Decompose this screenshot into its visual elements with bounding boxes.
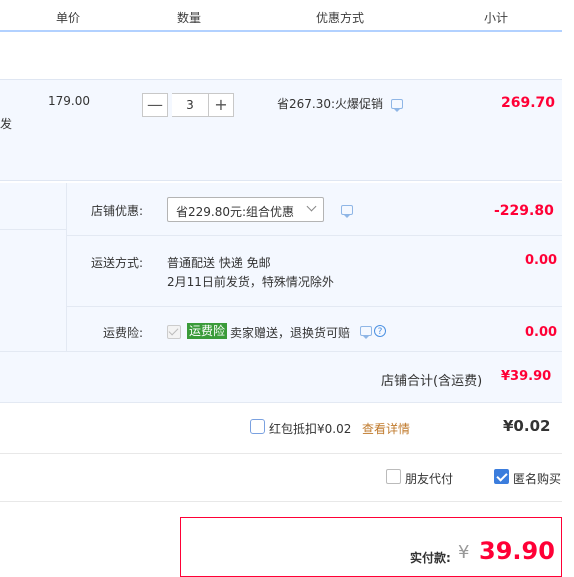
unit-price: 179.00 [48, 94, 90, 108]
friend-pay-checkbox[interactable] [386, 469, 401, 484]
shipping-label: 运送方式: [91, 256, 144, 270]
table-header: 单价 数量 优惠方式 小计 [0, 0, 562, 32]
col-promo-header: 优惠方式 [316, 11, 365, 25]
insurance-text: 卖家赠送，退换货可赔 [230, 326, 351, 340]
chat-icon[interactable] [341, 205, 353, 218]
pay-currency: ¥ [458, 542, 470, 563]
shop-discount-amount: -229.80 [494, 203, 554, 219]
divider [0, 453, 562, 454]
shop-total-amount: ¥39.90 [501, 369, 552, 384]
redpacket-detail-link[interactable]: 查看详情 [362, 420, 410, 437]
check-icon [168, 325, 179, 336]
shop-left-column [0, 183, 67, 351]
divider [66, 235, 562, 236]
divider [0, 229, 66, 230]
col-qty-header: 数量 [177, 11, 202, 25]
chat-icon[interactable] [391, 99, 403, 112]
shop-discount-selected: 省229.80元:组合优惠 [176, 205, 295, 219]
item-title-fragment[interactable]: 发 [0, 115, 12, 132]
quantity-input[interactable]: 3 [172, 93, 208, 117]
chat-icon[interactable] [360, 326, 372, 339]
pay-label: 实付款: [410, 551, 451, 565]
item-subtotal: 269.70 [501, 95, 556, 111]
shop-total-label: 店铺合计(含运费) [381, 374, 483, 389]
shipping-amount: 0.00 [525, 253, 558, 268]
insurance-badge: 运费险 [187, 323, 228, 339]
anonymous-checkbox[interactable] [494, 469, 509, 484]
divider [0, 402, 562, 403]
shop-discount-select[interactable]: 省229.80元:组合优惠 [167, 197, 324, 222]
insurance-label: 运费险: [103, 326, 144, 340]
redpacket-amount: ¥0.02 [503, 417, 551, 435]
quantity-plus-button[interactable]: + [208, 93, 234, 117]
shipping-note: 2月11日前发货，特殊情况除外 [167, 275, 334, 289]
redpacket-checkbox[interactable] [250, 419, 265, 434]
quantity-minus-button[interactable]: — [142, 93, 168, 117]
divider [66, 306, 562, 307]
shop-discount-label: 店铺优惠: [91, 204, 144, 218]
friend-pay-label: 朋友代付 [405, 472, 454, 486]
pay-amount: 39.90 [479, 537, 555, 565]
col-price-header: 单价 [56, 11, 81, 25]
help-icon[interactable]: ? [374, 325, 386, 337]
divider [0, 501, 562, 502]
redpacket-label: 红包抵扣¥0.02 [269, 422, 352, 436]
col-subtotal-header: 小计 [484, 11, 509, 25]
insurance-checkbox[interactable] [167, 325, 181, 339]
anonymous-label: 匿名购买 [513, 472, 562, 486]
shipping-method: 普通配送 快递 免邮 [167, 256, 271, 270]
insurance-amount: 0.00 [525, 325, 558, 340]
item-promo: 省267.30:火爆促销 [277, 97, 384, 111]
divider [0, 351, 562, 352]
check-icon [496, 470, 508, 482]
chevron-down-icon [306, 201, 317, 212]
